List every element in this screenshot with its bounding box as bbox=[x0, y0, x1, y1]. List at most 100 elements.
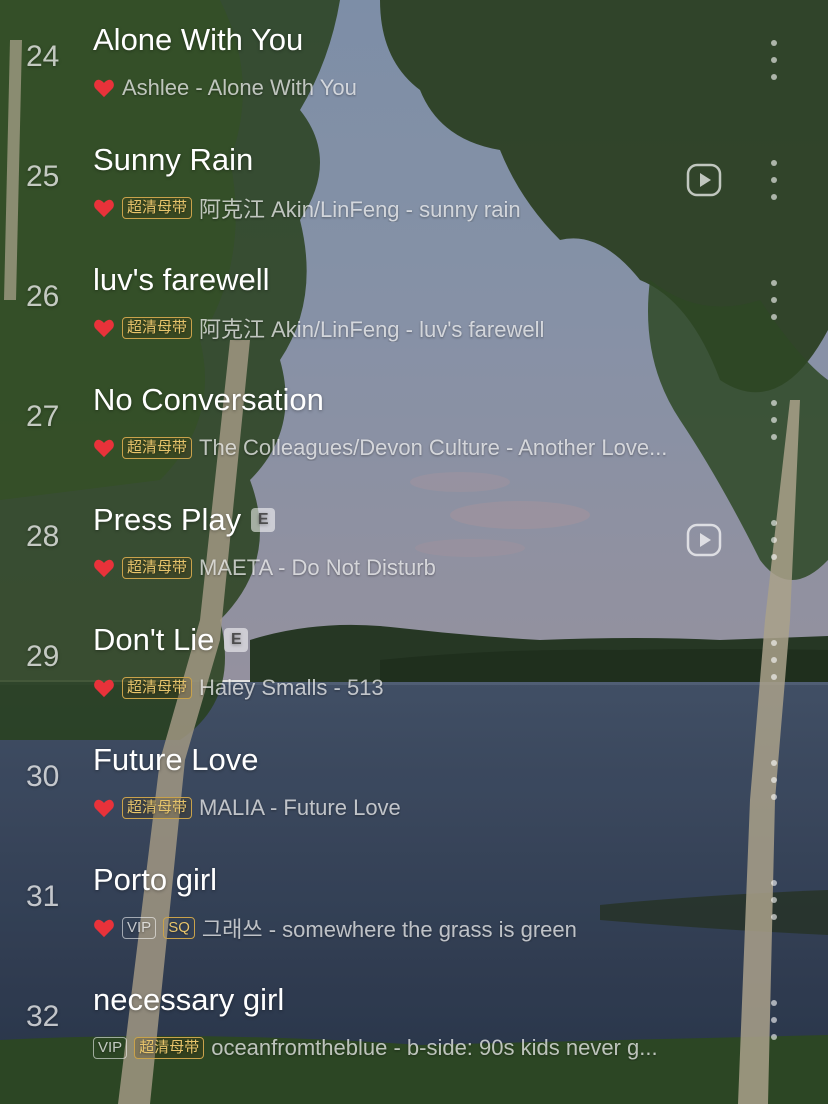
song-title-text: Sunny Rain bbox=[93, 142, 254, 177]
heart-icon[interactable] bbox=[93, 558, 115, 578]
heart-icon[interactable] bbox=[93, 918, 115, 938]
hq-master-badge: 超清母带 bbox=[122, 797, 193, 819]
more-vertical-icon[interactable] bbox=[762, 520, 786, 560]
song-meta: 超清母带 The Colleagues/Devon Culture - Anot… bbox=[93, 434, 667, 462]
heart-icon[interactable] bbox=[93, 318, 115, 338]
explicit-badge: E bbox=[251, 508, 276, 532]
song-row[interactable]: 29 Don't Lie E 超清母带 Haley Smalls - 513 bbox=[0, 600, 828, 720]
song-row[interactable]: 31 Porto girl VIP SQ 그래쓰 - somewhere the… bbox=[0, 840, 828, 960]
song-title-text: Porto girl bbox=[93, 862, 218, 897]
more-vertical-icon[interactable] bbox=[762, 1000, 786, 1040]
artist-name: The Colleagues/Devon Culture bbox=[199, 435, 500, 460]
meta-separator: - bbox=[399, 197, 420, 222]
song-title-text: necessary girl bbox=[93, 982, 285, 1017]
more-vertical-icon[interactable] bbox=[762, 40, 786, 80]
song-title-text: luv's farewell bbox=[93, 262, 270, 297]
artist-album: Ashlee - Alone With You bbox=[122, 75, 357, 101]
song-row[interactable]: 25 Sunny Rain 超清母带 阿克江 Akin/LinFeng - su… bbox=[0, 120, 828, 240]
track-number: 26 bbox=[26, 280, 60, 313]
hq-master-badge: 超清母带 bbox=[122, 557, 193, 579]
song-row[interactable]: 30 Future Love 超清母带 MALIA - Future Love bbox=[0, 720, 828, 840]
song-title-text: Alone With You bbox=[93, 22, 304, 57]
hq-master-badge: 超清母带 bbox=[122, 317, 193, 339]
more-vertical-icon[interactable] bbox=[762, 880, 786, 920]
heart-icon[interactable] bbox=[93, 438, 115, 458]
track-number: 28 bbox=[26, 520, 60, 553]
album-name: luv's farewell bbox=[419, 317, 545, 342]
artist-name: 그래쓰 bbox=[201, 917, 263, 942]
artist-name: 阿克江 Akin/LinFeng bbox=[199, 317, 400, 342]
heart-icon[interactable] bbox=[93, 198, 115, 218]
meta-separator: - bbox=[499, 435, 519, 460]
song-meta: 超清母带 MALIA - Future Love bbox=[93, 794, 401, 822]
artist-name: MAETA bbox=[199, 555, 272, 580]
song-meta: VIP SQ 그래쓰 - somewhere the grass is gree… bbox=[93, 914, 577, 942]
song-row[interactable]: 32 necessary girl VIP 超清母带 oceanfromtheb… bbox=[0, 960, 828, 1080]
song-meta: Ashlee - Alone With You bbox=[93, 74, 357, 102]
artist-album: 그래쓰 - somewhere the grass is green bbox=[202, 914, 577, 942]
album-name: b-side: 90s kids never g... bbox=[406, 1035, 658, 1060]
song-meta: 超清母带 MAETA - Do Not Disturb bbox=[93, 554, 436, 582]
song-row[interactable]: 28 Press Play E 超清母带 MAETA - Do Not Distu… bbox=[0, 480, 828, 600]
meta-separator: - bbox=[387, 1035, 407, 1060]
album-name: sunny rain bbox=[419, 197, 521, 222]
explicit-badge: E bbox=[224, 628, 249, 652]
artist-name: Ashlee bbox=[122, 75, 190, 100]
meta-separator: - bbox=[263, 795, 284, 820]
track-number: 32 bbox=[26, 1000, 60, 1033]
song-title-text: Don't Lie bbox=[93, 622, 215, 657]
meta-separator: - bbox=[399, 317, 420, 342]
artist-album: 阿克江 Akin/LinFeng - sunny rain bbox=[199, 194, 521, 222]
song-title: No Conversation bbox=[93, 382, 324, 418]
song-row[interactable]: 27 No Conversation 超清母带 The Colleagues/D… bbox=[0, 360, 828, 480]
meta-separator: - bbox=[327, 675, 347, 700]
more-vertical-icon[interactable] bbox=[762, 280, 786, 320]
song-title: Don't Lie E bbox=[93, 622, 249, 658]
more-vertical-icon[interactable] bbox=[762, 640, 786, 680]
hq-master-badge: 超清母带 bbox=[122, 197, 193, 219]
meta-separator: - bbox=[262, 917, 283, 942]
artist-album: Haley Smalls - 513 bbox=[199, 675, 384, 701]
play-video-icon[interactable] bbox=[686, 162, 722, 198]
vip-badge: VIP bbox=[122, 917, 157, 939]
artist-name: Haley Smalls bbox=[199, 675, 328, 700]
artist-album: 阿克江 Akin/LinFeng - luv's farewell bbox=[199, 314, 544, 342]
more-vertical-icon[interactable] bbox=[762, 400, 786, 440]
song-meta: 超清母带 阿克江 Akin/LinFeng - luv's farewell bbox=[93, 314, 544, 342]
song-title-text: No Conversation bbox=[93, 382, 324, 417]
play-video-icon[interactable] bbox=[686, 522, 722, 558]
artist-album: MALIA - Future Love bbox=[199, 795, 401, 821]
more-vertical-icon[interactable] bbox=[762, 160, 786, 200]
more-vertical-icon[interactable] bbox=[762, 760, 786, 800]
meta-separator: - bbox=[189, 75, 208, 100]
album-name: 513 bbox=[346, 675, 384, 700]
song-list: 24 Alone With You Ashlee - Alone With Yo… bbox=[0, 0, 828, 1104]
track-number: 27 bbox=[26, 400, 60, 433]
album-name: somewhere the grass is green bbox=[282, 917, 577, 942]
song-title: Porto girl bbox=[93, 862, 217, 898]
track-number: 25 bbox=[26, 160, 60, 193]
album-name: Another Love... bbox=[518, 435, 668, 460]
song-row[interactable]: 26 luv's farewell 超清母带 阿克江 Akin/LinFeng … bbox=[0, 240, 828, 360]
hq-master-badge: 超清母带 bbox=[134, 1037, 205, 1059]
artist-name: oceanfromtheblue bbox=[211, 1035, 388, 1060]
song-title: Sunny Rain bbox=[93, 142, 253, 178]
song-title-text: Press Play bbox=[93, 502, 242, 537]
artist-name: 阿克江 Akin/LinFeng bbox=[199, 197, 400, 222]
album-name: Alone With You bbox=[207, 75, 357, 100]
song-meta: VIP 超清母带 oceanfromtheblue - b-side: 90s … bbox=[93, 1034, 658, 1062]
track-number: 24 bbox=[26, 40, 60, 73]
track-number: 29 bbox=[26, 640, 60, 673]
song-title: Alone With You bbox=[93, 22, 303, 58]
heart-icon[interactable] bbox=[93, 78, 115, 98]
album-name: Future Love bbox=[283, 795, 401, 820]
heart-icon[interactable] bbox=[93, 798, 115, 818]
heart-icon[interactable] bbox=[93, 678, 115, 698]
artist-album: MAETA - Do Not Disturb bbox=[199, 555, 436, 581]
song-meta: 超清母带 阿克江 Akin/LinFeng - sunny rain bbox=[93, 194, 521, 222]
hq-master-badge: 超清母带 bbox=[122, 437, 193, 459]
song-title: Future Love bbox=[93, 742, 258, 778]
hq-master-badge: 超清母带 bbox=[122, 677, 193, 699]
meta-separator: - bbox=[271, 555, 292, 580]
song-row[interactable]: 24 Alone With You Ashlee - Alone With Yo… bbox=[0, 0, 828, 120]
